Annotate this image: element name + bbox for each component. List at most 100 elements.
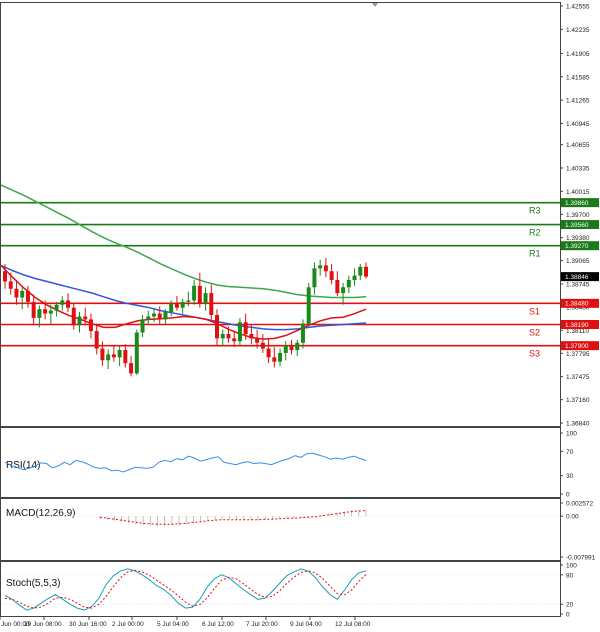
candle-body xyxy=(300,323,305,343)
level-name-r2: R2 xyxy=(529,228,541,238)
time-tick-label: 5 Jul 04:00 xyxy=(157,621,189,628)
price-tick-label: 1.41905 xyxy=(566,51,590,58)
candle-body xyxy=(66,300,71,308)
candle-body xyxy=(226,333,231,339)
time-tick-label: 7 Jul 20:00 xyxy=(246,621,278,628)
candle-body xyxy=(318,265,323,269)
candle-body xyxy=(266,348,271,358)
candle-body xyxy=(169,303,174,313)
candle-body xyxy=(71,307,76,326)
rsi-tick-label: 30 xyxy=(566,473,574,480)
current-price-tag: 1.38846 xyxy=(561,272,599,282)
candle-body xyxy=(163,312,168,320)
candle-body xyxy=(3,271,7,282)
candle-body xyxy=(43,309,48,314)
price-tick-label: 1.42235 xyxy=(566,27,590,34)
level-name-s3: S3 xyxy=(529,349,540,359)
level-tag-s3: 1.37900 xyxy=(565,343,589,350)
candle-body xyxy=(134,332,139,374)
price-tick-label: 1.38745 xyxy=(566,282,590,289)
candle-body xyxy=(329,271,334,280)
macd-tick-label: 0.002572 xyxy=(566,501,593,508)
candle-body xyxy=(54,304,59,311)
candle-body xyxy=(306,287,311,324)
time-tick-label: 9 Jul 04:00 xyxy=(290,621,322,628)
candle-body xyxy=(106,354,111,361)
candle-body xyxy=(83,316,88,320)
price-tick-label: 1.41585 xyxy=(566,74,590,81)
price-tick-label: 1.39065 xyxy=(566,258,590,265)
candle-body xyxy=(111,354,116,358)
candle-body xyxy=(14,288,19,298)
macd-label: MACD(12,26,9) xyxy=(6,508,75,519)
candle-body xyxy=(140,319,145,333)
candle-body xyxy=(146,316,151,320)
stoch-tick-label: 0 xyxy=(566,612,570,619)
level-tag-r1: 1.39270 xyxy=(565,243,589,250)
candle-body xyxy=(323,265,328,272)
candle-body xyxy=(60,300,65,305)
rsi-tick-label: 100 xyxy=(566,431,577,438)
price-tick-label: 1.37475 xyxy=(566,374,590,381)
candle-body xyxy=(209,293,214,316)
candle-body xyxy=(88,319,93,332)
price-tick-label: 1.41265 xyxy=(566,98,590,105)
candle-body xyxy=(100,348,105,361)
candle-body xyxy=(346,279,351,288)
level-name-s2: S2 xyxy=(529,327,540,337)
candle-body xyxy=(272,357,277,362)
candle-body xyxy=(335,279,340,294)
price-tick-label: 1.40945 xyxy=(566,121,590,128)
time-tick-label: 2 Jul 00:00 xyxy=(112,621,144,628)
candle-body xyxy=(203,293,208,304)
candle-body xyxy=(31,301,36,318)
level-tag-s2: 1.38190 xyxy=(565,322,589,329)
candle-body xyxy=(180,301,185,308)
candle-body xyxy=(174,303,179,308)
candle-body xyxy=(283,345,288,353)
candle-body xyxy=(129,363,134,374)
time-tick-label: 29 Jun 08:00 xyxy=(24,621,62,628)
candle-body xyxy=(48,310,53,314)
stoch-tick-label: 20 xyxy=(566,602,574,609)
candle-body xyxy=(341,287,346,294)
price-tick-label: 1.40335 xyxy=(566,165,590,172)
svg-text:1.38846: 1.38846 xyxy=(565,274,589,281)
candle-body xyxy=(220,333,225,339)
candle-body xyxy=(243,322,248,334)
rsi-tick-label: 0 xyxy=(566,492,570,499)
macd-panel xyxy=(0,498,561,561)
candle-body xyxy=(157,313,162,320)
stoch-label: Stoch(5,5,3) xyxy=(6,578,60,589)
candle-body xyxy=(260,342,265,349)
candle-body xyxy=(249,333,254,339)
candle-body xyxy=(197,285,202,304)
price-tick-label: 1.37160 xyxy=(566,397,590,404)
macd-tick-label: 0.00 xyxy=(566,514,579,521)
candle-body xyxy=(151,313,156,317)
stoch-panel xyxy=(0,561,561,617)
price-tick-label: 1.39380 xyxy=(566,235,590,242)
level-name-r1: R1 xyxy=(529,249,541,259)
level-name-r3: R3 xyxy=(529,206,541,216)
price-tick-label: 1.42555 xyxy=(566,4,590,11)
price-tick-label: 1.36840 xyxy=(566,421,590,428)
candle-body xyxy=(358,266,363,276)
candle-body xyxy=(255,338,260,343)
candle-body xyxy=(37,309,42,318)
price-tick-label: 1.40015 xyxy=(566,189,590,196)
candle-body xyxy=(25,290,30,302)
candle-body xyxy=(295,342,300,351)
candle-body xyxy=(20,290,25,298)
candle-body xyxy=(289,345,294,351)
price-tick-label: 1.40655 xyxy=(566,142,590,149)
stoch-tick-label: 80 xyxy=(566,572,574,579)
candle-body xyxy=(192,285,197,301)
candle-body xyxy=(312,268,317,288)
candle-body xyxy=(186,300,191,302)
chart-window: R3 R2 R1 S1 S2 S3 1.42555 1.42235 1.41905 1.4158… xyxy=(0,0,600,632)
time-tick-label: 6 Jul 12:00 xyxy=(202,621,234,628)
candle-body xyxy=(237,322,242,342)
candle-body xyxy=(364,266,368,277)
level-tag-r3: 1.39860 xyxy=(565,200,589,207)
